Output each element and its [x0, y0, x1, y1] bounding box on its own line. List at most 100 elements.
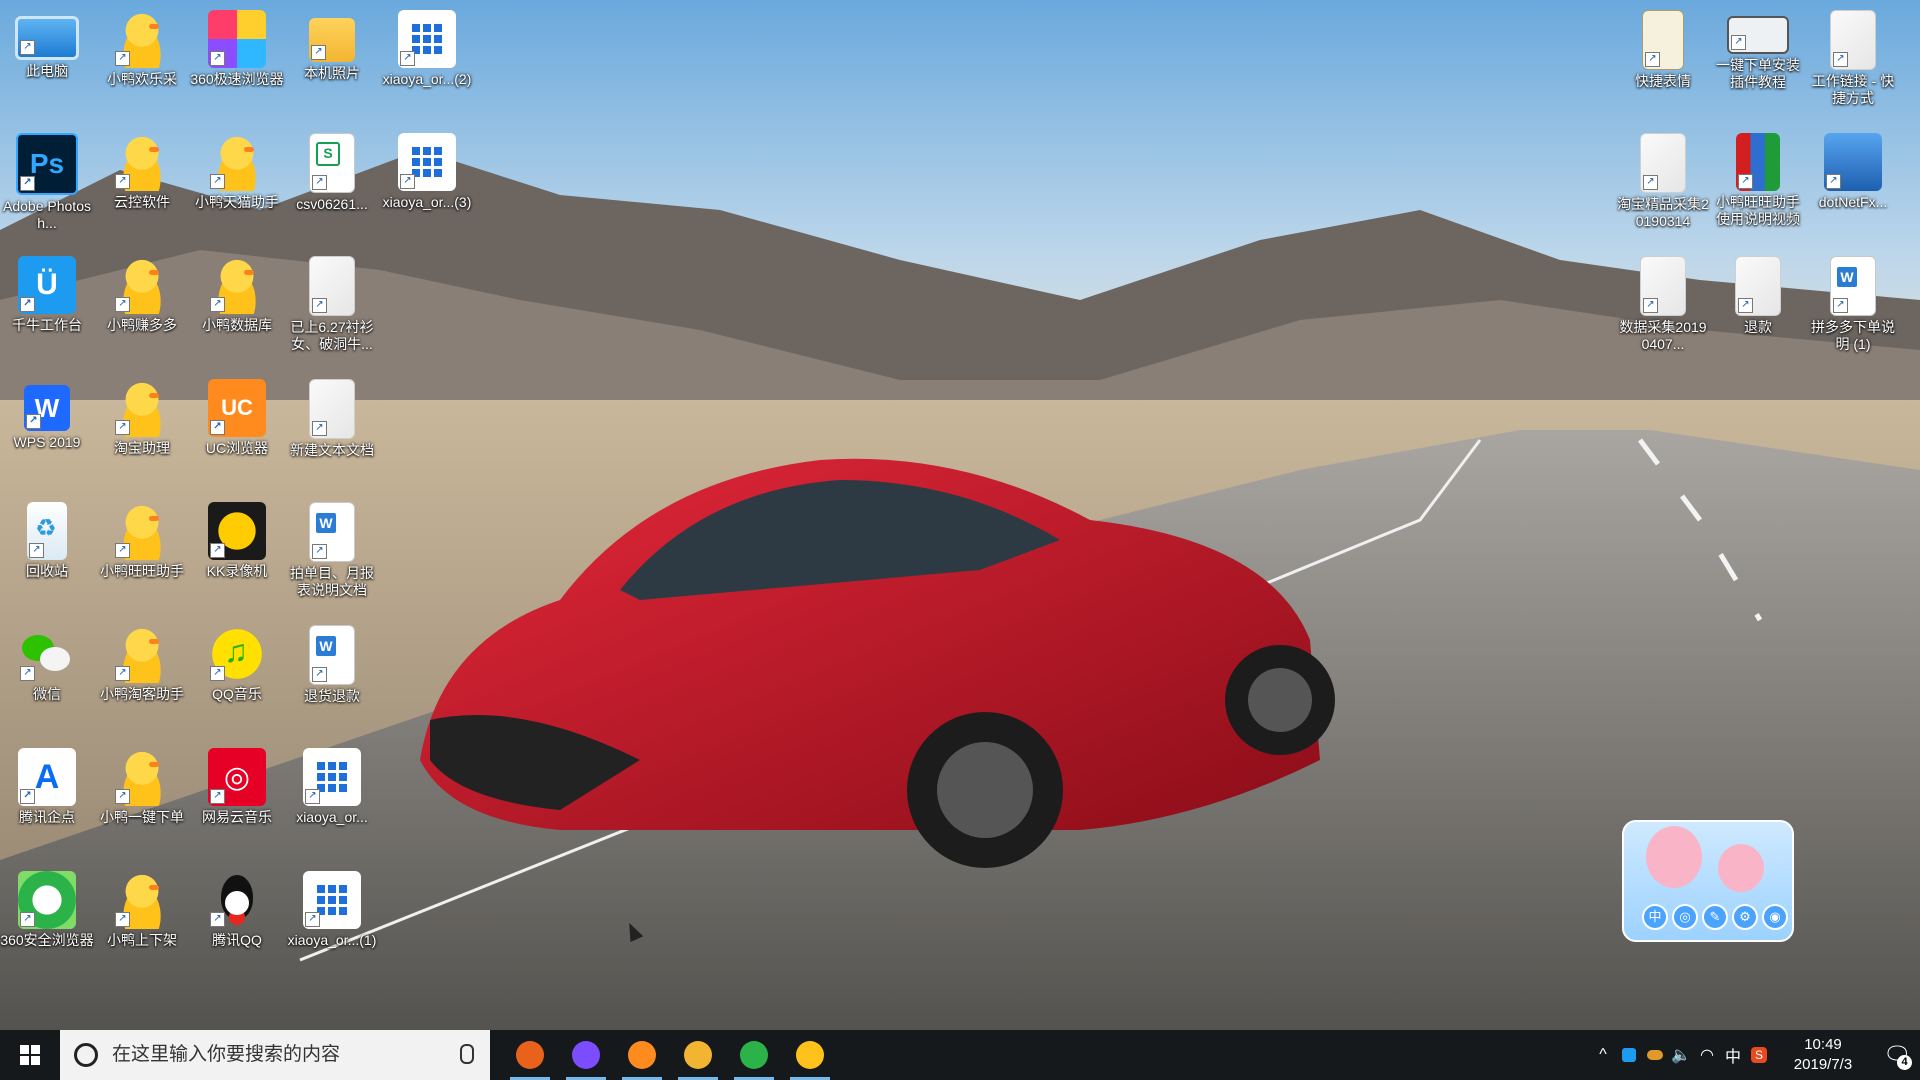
kk-recorder-icon — [516, 1041, 544, 1069]
tray-cloud-icon[interactable] — [1642, 1030, 1668, 1080]
desktop-icon[interactable]: ↗ 小鸭赚多多 — [95, 250, 189, 368]
desktop-icon[interactable]: ↗ 微信 — [0, 619, 94, 737]
desktop-icon-label: 微信 — [33, 686, 61, 702]
widget-button[interactable]: 中 — [1642, 904, 1668, 930]
shortcut-arrow-icon: ↗ — [312, 667, 327, 682]
action-center-button[interactable]: 🗨 4 — [1874, 1030, 1920, 1080]
desktop-icon[interactable]: ↗ 淘宝精品采集20190314 — [1616, 127, 1710, 245]
desktop-icon[interactable]: W ↗ WPS 2019 — [0, 373, 94, 491]
desktop-icon-label: 一键下单安装插件教程 — [1716, 57, 1800, 90]
desktop-icon[interactable]: ↗ 小鸭欢乐采 — [95, 4, 189, 122]
shortcut-arrow-icon: ↗ — [1643, 175, 1658, 190]
taskbar-360-safe-browser[interactable] — [726, 1030, 782, 1080]
desktop-icon[interactable]: ↗ 小鸭一键下单 — [95, 742, 189, 860]
shortcut-arrow-icon: ↗ — [29, 543, 44, 558]
computer-icon: ↗ — [15, 16, 79, 60]
shortcut-arrow-icon: ↗ — [210, 420, 225, 435]
shortcut-arrow-icon: ↗ — [20, 176, 35, 191]
desktop-icon[interactable]: ↗ 数据采集20190407... — [1616, 250, 1710, 368]
shortcut-arrow-icon: ↗ — [1833, 298, 1848, 313]
widget-button[interactable]: ⚙ — [1732, 904, 1758, 930]
taskbar-clock[interactable]: 10:49 2019/7/3 — [1778, 1035, 1868, 1075]
shortcut-arrow-icon: ↗ — [305, 789, 320, 804]
taskbar-duck-app[interactable] — [782, 1030, 838, 1080]
microphone-icon[interactable] — [460, 1044, 474, 1064]
input-method-indicator[interactable]: 中 — [1720, 1030, 1746, 1080]
taskbar-uc-browser[interactable] — [614, 1030, 670, 1080]
start-button[interactable] — [0, 1030, 60, 1080]
show-hidden-icons-chevron-icon[interactable]: ^ — [1590, 1030, 1616, 1080]
desktop-icon[interactable]: A ↗ 腾讯企点 — [0, 742, 94, 860]
desktop-icon[interactable]: ↗ 小鸭数据库 — [190, 250, 284, 368]
shortcut-arrow-icon: ↗ — [312, 421, 327, 436]
desktop-icon[interactable]: ↗ 拍单目、月报表说明文档 — [285, 496, 379, 614]
desktop-icon[interactable]: ↗ 此电脑 — [0, 4, 94, 122]
desktop-icon[interactable]: ↗ xiaoya_or...(1) — [285, 865, 379, 983]
qq-icon: ↗ — [208, 871, 266, 929]
desktop-icon[interactable]: ↗ 退货退款 — [285, 619, 379, 737]
tray-app-icon[interactable] — [1616, 1030, 1642, 1080]
desktop-icon[interactable]: ↗ KK录像机 — [190, 496, 284, 614]
taskbar-360-browser[interactable] — [558, 1030, 614, 1080]
desktop-icon[interactable]: ↗ xiaoya_or...(3) — [380, 127, 474, 245]
taskbar: ^ 🔈 ◠ 中 S 10:49 2019/7/3 🗨 4 — [0, 1030, 1920, 1080]
desktop-icon[interactable]: ↗ 淘宝助理 — [95, 373, 189, 491]
search-input[interactable] — [110, 1043, 454, 1067]
icon-glyph: UC — [221, 395, 253, 420]
text-file-icon: ↗ — [309, 379, 355, 439]
desktop-icon[interactable]: ↗ 小鸭旺旺助手 — [95, 496, 189, 614]
desktop-icon[interactable]: ↗ xiaoya_or...(2) — [380, 4, 474, 122]
desktop-icon-label: 本机照片 — [304, 65, 360, 81]
desktop-icon-label: 腾讯企点 — [19, 809, 75, 825]
desktop-icon[interactable]: ↗ 回收站 — [0, 496, 94, 614]
shortcut-arrow-icon: ↗ — [115, 666, 130, 681]
taskbar-file-explorer[interactable] — [670, 1030, 726, 1080]
desktop-icon-label: 腾讯QQ — [212, 932, 262, 948]
desktop-icon[interactable]: UC ↗ UC浏览器 — [190, 373, 284, 491]
desktop-icon[interactable]: ↗ csv06261... — [285, 127, 379, 245]
shortcut-arrow-icon: ↗ — [115, 297, 130, 312]
wifi-icon[interactable]: ◠ — [1694, 1030, 1720, 1080]
desktop-icon[interactable]: ↗ 小鸭旺旺助手使用说明视频 — [1711, 127, 1805, 245]
desktop-icon[interactable]: ↗ 一键下单安装插件教程 — [1711, 4, 1805, 122]
desktop-icon[interactable]: ↗ QQ音乐 — [190, 619, 284, 737]
volume-icon[interactable]: 🔈 — [1668, 1030, 1694, 1080]
george-pig-image — [1718, 844, 1764, 892]
video-file-icon: ↗ — [1727, 16, 1789, 54]
peppa-pig-widget[interactable]: 中 ◎ ✎ ⚙ ◉ — [1622, 820, 1794, 942]
shortcut-arrow-icon: ↗ — [115, 789, 130, 804]
desktop-icon[interactable]: ↗ 快捷表情 — [1616, 4, 1710, 122]
desktop-icon[interactable]: Ps ↗ Adobe Photosh... — [0, 127, 94, 245]
widget-button[interactable]: ◎ — [1672, 904, 1698, 930]
desktop-icon[interactable]: ↗ 小鸭上下架 — [95, 865, 189, 983]
taskbar-kk-recorder[interactable] — [502, 1030, 558, 1080]
text-file-icon: ↗ — [1640, 133, 1686, 193]
desktop-icon[interactable]: Ü ↗ 千牛工作台 — [0, 250, 94, 368]
shortcut-arrow-icon: ↗ — [311, 45, 326, 60]
widget-button[interactable]: ◉ — [1762, 904, 1788, 930]
desktop-icon[interactable]: ↗ 已上6.27衬衫女、破洞牛... — [285, 250, 379, 368]
desktop-icon[interactable]: ◎ ↗ 网易云音乐 — [190, 742, 284, 860]
sogou-ime-icon[interactable]: S — [1746, 1030, 1772, 1080]
desktop-icon[interactable]: ↗ 腾讯QQ — [190, 865, 284, 983]
desktop-icon[interactable]: ↗ 新建文本文档 — [285, 373, 379, 491]
desktop-icon[interactable]: ↗ 云控软件 — [95, 127, 189, 245]
desktop-icon[interactable]: ↗ 小鸭天猫助手 — [190, 127, 284, 245]
desktop-icon[interactable]: ↗ xiaoya_or... — [285, 742, 379, 860]
taskbar-search-box[interactable] — [60, 1030, 490, 1080]
widget-button[interactable]: ✎ — [1702, 904, 1728, 930]
desktop-icon[interactable]: ↗ 工作链接 - 快捷方式 — [1806, 4, 1900, 122]
desktop-icon[interactable]: ↗ 退款 — [1711, 250, 1805, 368]
app-grid-icon: ↗ — [398, 10, 456, 68]
uc-browser-icon: UC ↗ — [208, 379, 266, 437]
desktop-icon[interactable]: ↗ dotNetFx... — [1806, 127, 1900, 245]
icon-glyph: Ü — [36, 268, 58, 301]
qianniu-icon: Ü ↗ — [18, 256, 76, 314]
desktop-icon-label: 淘宝精品采集20190314 — [1617, 196, 1709, 229]
desktop-icon[interactable]: ↗ 360安全浏览器 — [0, 865, 94, 983]
browser-360-safe-icon: ↗ — [18, 871, 76, 929]
desktop-icon[interactable]: ↗ 小鸭淘客助手 — [95, 619, 189, 737]
desktop-icon[interactable]: ↗ 拼多多下单说明 (1) — [1806, 250, 1900, 368]
desktop-icon[interactable]: ↗ 360极速浏览器 — [190, 4, 284, 122]
desktop-icon[interactable]: ↗ 本机照片 — [285, 4, 379, 122]
